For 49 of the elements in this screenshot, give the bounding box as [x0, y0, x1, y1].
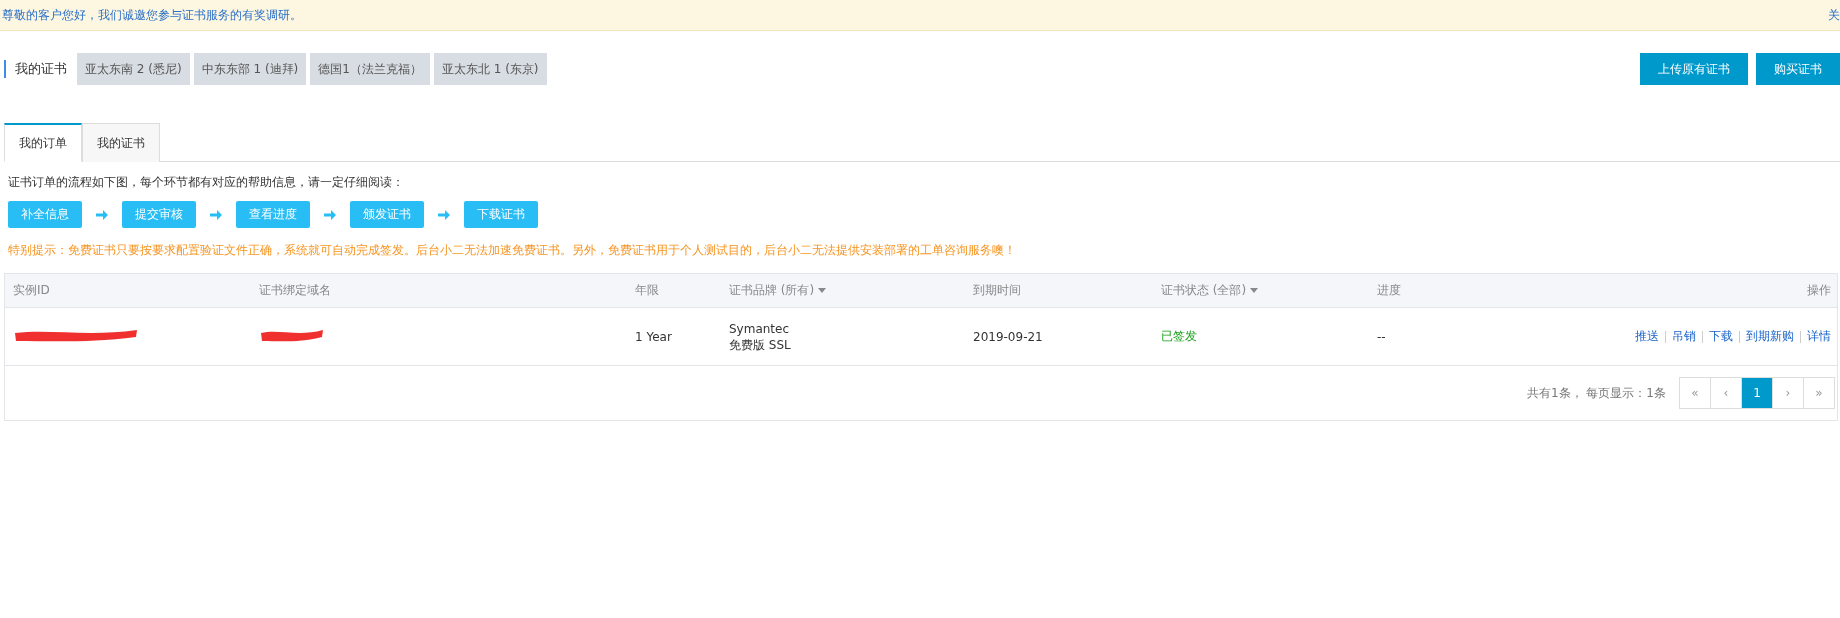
tab[interactable]: 我的订单 [4, 123, 82, 162]
step-button[interactable]: 颁发证书 [350, 201, 424, 228]
table-cell-text: -- [1377, 329, 1387, 344]
column-header[interactable]: 证书品牌 (所有) [729, 282, 827, 299]
page-button[interactable]: › [1772, 377, 1804, 409]
action-link[interactable]: 到期新购 [1746, 328, 1794, 345]
close-link[interactable]: 关 [1828, 6, 1840, 24]
column-header: 到期时间 [973, 282, 1021, 299]
column-header[interactable]: 证书状态 (全部) [1161, 282, 1259, 299]
step-button[interactable]: 提交审核 [122, 201, 196, 228]
action-link[interactable]: 下载 [1709, 328, 1733, 345]
table-cell-text: Symantec 免费版 SSL [729, 320, 792, 353]
column-header: 进度 [1377, 282, 1401, 299]
action-link[interactable]: 吊销 [1672, 328, 1696, 345]
page-button[interactable]: 1 [1741, 377, 1773, 409]
table-cell-text: 2019-09-21 [973, 329, 1044, 344]
redaction-mark [259, 327, 325, 343]
column-header: 实例ID [13, 282, 50, 299]
arrow-icon [324, 209, 336, 220]
arrow-icon [96, 209, 108, 220]
page-button[interactable]: « [1679, 377, 1711, 409]
primary-button[interactable]: 上传原有证书 [1640, 53, 1748, 85]
section-title: 我的证书 [4, 60, 67, 78]
action-link[interactable]: 推送 [1635, 328, 1659, 345]
action-link[interactable]: 详情 [1807, 328, 1831, 345]
page-button[interactable]: » [1803, 377, 1835, 409]
flow-intro: 证书订单的流程如下图，每个环节都有对应的帮助信息，请一定仔细阅读： [8, 174, 405, 191]
pagination-summary: 共有1条， 每页显示：1条 [1526, 384, 1666, 402]
arrow-icon [438, 209, 450, 220]
step-button[interactable]: 补全信息 [8, 201, 82, 228]
notice-text: 特别提示：免费证书只要按要求配置验证文件正确，系统就可自动完成签发。后台小二无法加速免费证书。另外，免费证书用于个人测试目的，后台小二无法提供安装部署的工单咨询服务噢！ [8, 242, 1017, 259]
page-button[interactable]: ‹ [1710, 377, 1742, 409]
arrow-icon [210, 209, 222, 220]
tab[interactable]: 我的证书 [82, 123, 160, 162]
table-cell-text: 1 Year [635, 329, 673, 344]
column-header: 证书绑定域名 [259, 282, 331, 299]
banner-text: 尊敬的客户您好，我们诚邀您参与证书服务的有奖调研。 [2, 6, 302, 24]
column-header: 年限 [635, 282, 659, 299]
step-button[interactable]: 查看进度 [236, 201, 310, 228]
caret-icon [818, 288, 827, 293]
status-text: 已签发 [1161, 328, 1198, 345]
region-button[interactable]: 德国1（法兰克福） [310, 53, 430, 85]
region-button[interactable]: 亚太东南 2 (悉尼) [77, 53, 190, 85]
step-button[interactable]: 下载证书 [464, 201, 538, 228]
column-header: 操作 [1807, 282, 1831, 299]
region-button[interactable]: 亚太东北 1 (东京) [433, 53, 547, 85]
primary-button[interactable]: 购买证书 [1756, 53, 1840, 85]
caret-icon [1250, 288, 1259, 293]
region-button[interactable]: 中东东部 1 (迪拜) [193, 53, 307, 85]
